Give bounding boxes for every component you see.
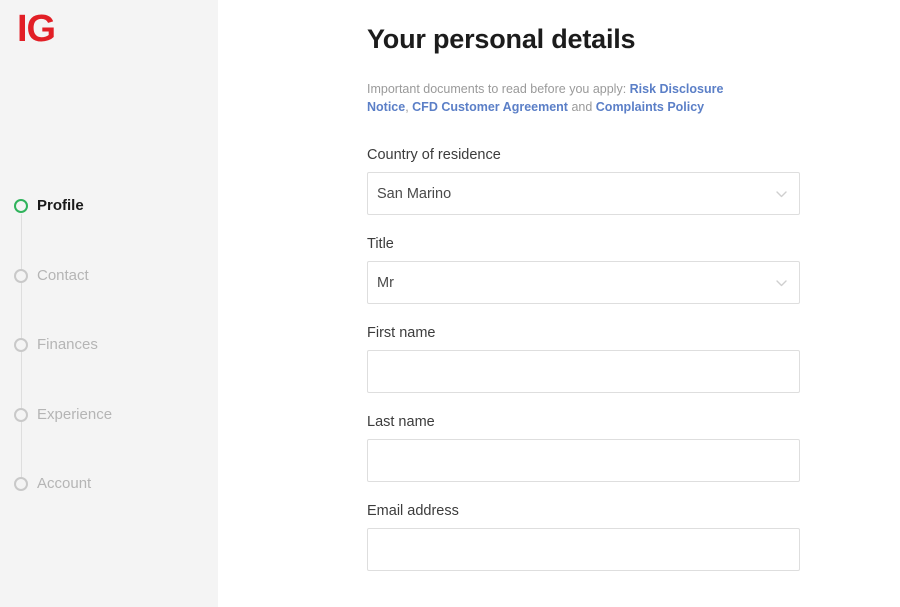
last-name-input[interactable] bbox=[368, 440, 799, 481]
disclaimer-conjunction: and bbox=[567, 99, 596, 114]
page-title: Your personal details bbox=[367, 24, 636, 54]
field-title: Title Mr bbox=[367, 235, 900, 304]
step-marker-icon bbox=[14, 338, 28, 352]
country-of-residence-select[interactable]: San Marino bbox=[367, 172, 800, 215]
important-documents-notice: Important documents to read before you a… bbox=[367, 81, 767, 116]
field-country-of-residence: Country of residence San Marino bbox=[367, 146, 900, 215]
last-name-control[interactable] bbox=[367, 439, 800, 482]
step-marker-icon bbox=[14, 268, 28, 283]
disclaimer-intro-text: Important documents to read before you a… bbox=[367, 82, 630, 96]
progress-stepper: Profile Contact Finances Experience Acco… bbox=[0, 196, 218, 544]
title-value: Mr bbox=[377, 274, 394, 291]
chevron-down-icon bbox=[776, 190, 787, 198]
sidebar-step-label: Profile bbox=[37, 197, 84, 214]
main-content: Your personal details Important document… bbox=[218, 0, 900, 607]
country-of-residence-value: San Marino bbox=[377, 185, 452, 202]
email-address-control[interactable] bbox=[367, 528, 800, 571]
sidebar-step-label: Contact bbox=[37, 266, 89, 284]
ig-logo: IG bbox=[17, 8, 56, 50]
field-email-address: Email address bbox=[367, 502, 900, 571]
step-marker-icon bbox=[14, 199, 28, 213]
sidebar-step-finances[interactable]: Finances bbox=[0, 335, 218, 405]
first-name-label: First name bbox=[367, 325, 436, 341]
email-address-label: Email address bbox=[367, 503, 459, 519]
title-label: Title bbox=[367, 236, 394, 252]
sidebar-step-contact[interactable]: Contact bbox=[0, 266, 218, 336]
sidebar-step-label: Account bbox=[37, 475, 92, 492]
sidebar-step-label: Experience bbox=[37, 405, 113, 423]
title-select[interactable]: Mr bbox=[367, 261, 800, 304]
last-name-label: Last name bbox=[367, 414, 435, 430]
first-name-input[interactable] bbox=[368, 351, 799, 392]
sidebar-step-account[interactable]: Account bbox=[0, 474, 218, 544]
step-marker-icon bbox=[14, 477, 28, 491]
sidebar-step-label: Finances bbox=[37, 336, 98, 353]
step-marker-icon bbox=[14, 407, 28, 422]
sidebar-step-experience[interactable]: Experience bbox=[0, 405, 218, 475]
registration-page: IG Profile Contact Finances Experience A… bbox=[0, 0, 900, 607]
email-address-input[interactable] bbox=[368, 529, 799, 570]
complaints-policy-link[interactable]: Complaints Policy bbox=[596, 100, 704, 114]
first-name-control[interactable] bbox=[367, 350, 800, 393]
field-last-name: Last name bbox=[367, 413, 900, 482]
personal-details-form: Country of residence San Marino Title Mr bbox=[367, 146, 900, 571]
chevron-down-icon bbox=[776, 279, 787, 287]
field-first-name: First name bbox=[367, 324, 900, 393]
country-of-residence-label: Country of residence bbox=[367, 147, 501, 163]
sidebar-step-profile[interactable]: Profile bbox=[0, 196, 218, 266]
sidebar: IG Profile Contact Finances Experience A… bbox=[0, 0, 218, 607]
cfd-customer-agreement-link[interactable]: CFD Customer Agreement bbox=[412, 100, 568, 114]
